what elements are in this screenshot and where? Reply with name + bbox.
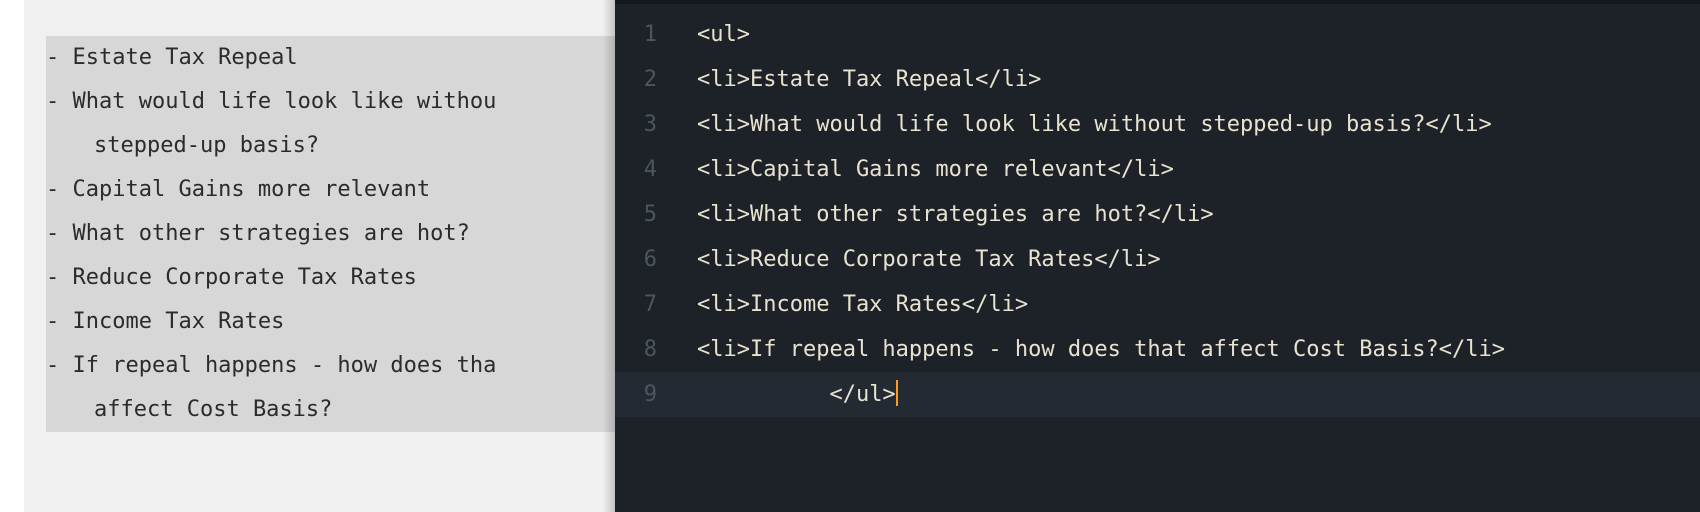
code-line[interactable]: 3 <li>What would life look like without …	[615, 102, 1700, 147]
line-number: 3	[615, 112, 677, 137]
line-number: 1	[615, 22, 677, 47]
code-line[interactable]: 1 <ul>	[615, 12, 1700, 57]
line-number: 8	[615, 337, 677, 362]
code-text[interactable]: <li>Estate Tax Repeal</li>	[677, 67, 1041, 92]
list-item: - Reduce Corporate Tax Rates	[46, 256, 615, 300]
text-cursor	[896, 380, 898, 406]
code-editor-pane[interactable]: 1 <ul> 2 <li>Estate Tax Repeal</li> 3 <l…	[615, 0, 1700, 512]
code-line[interactable]: 2 <li>Estate Tax Repeal</li>	[615, 57, 1700, 102]
list-item: - Income Tax Rates	[46, 300, 615, 344]
line-number: 4	[615, 157, 677, 182]
code-text[interactable]: <li>What other strategies are hot?</li>	[677, 202, 1214, 227]
code-line[interactable]: 9 </ul>	[615, 372, 1700, 417]
line-number: 9	[615, 382, 677, 407]
line-number: 6	[615, 247, 677, 272]
markdown-preview-pane[interactable]: - Estate Tax Repeal - What would life lo…	[0, 0, 615, 512]
tab-strip	[615, 0, 1700, 4]
page-margin	[0, 0, 24, 512]
code-text[interactable]: <li>Reduce Corporate Tax Rates</li>	[677, 247, 1161, 272]
code-editor[interactable]: 1 <ul> 2 <li>Estate Tax Repeal</li> 3 <l…	[615, 12, 1700, 417]
list-item: - What other strategies are hot?	[46, 212, 615, 256]
split-view: - Estate Tax Repeal - What would life lo…	[0, 0, 1700, 512]
code-text[interactable]: <li>Income Tax Rates</li>	[677, 292, 1028, 317]
list-item: - Estate Tax Repeal	[46, 36, 615, 80]
code-line[interactable]: 4 <li>Capital Gains more relevant</li>	[615, 147, 1700, 192]
list-item: - If repeal happens - how does tha	[46, 344, 615, 388]
line-number: 7	[615, 292, 677, 317]
code-text[interactable]: </ul>	[677, 355, 898, 435]
markdown-list: - Estate Tax Repeal - What would life lo…	[46, 36, 615, 432]
list-item: - Capital Gains more relevant	[46, 168, 615, 212]
line-number: 2	[615, 67, 677, 92]
code-text[interactable]: <li>Capital Gains more relevant</li>	[677, 157, 1174, 182]
list-item: stepped-up basis?	[46, 124, 615, 168]
code-line[interactable]: 5 <li>What other strategies are hot?</li…	[615, 192, 1700, 237]
list-item: - What would life look like withou	[46, 80, 615, 124]
line-number: 5	[615, 202, 677, 227]
code-text-content: </ul>	[829, 382, 895, 407]
code-line[interactable]: 6 <li>Reduce Corporate Tax Rates</li>	[615, 237, 1700, 282]
code-text[interactable]: <ul>	[677, 22, 750, 47]
code-text[interactable]: <li>What would life look like without st…	[677, 112, 1492, 137]
code-line[interactable]: 7 <li>Income Tax Rates</li>	[615, 282, 1700, 327]
list-item: affect Cost Basis?	[46, 388, 615, 432]
